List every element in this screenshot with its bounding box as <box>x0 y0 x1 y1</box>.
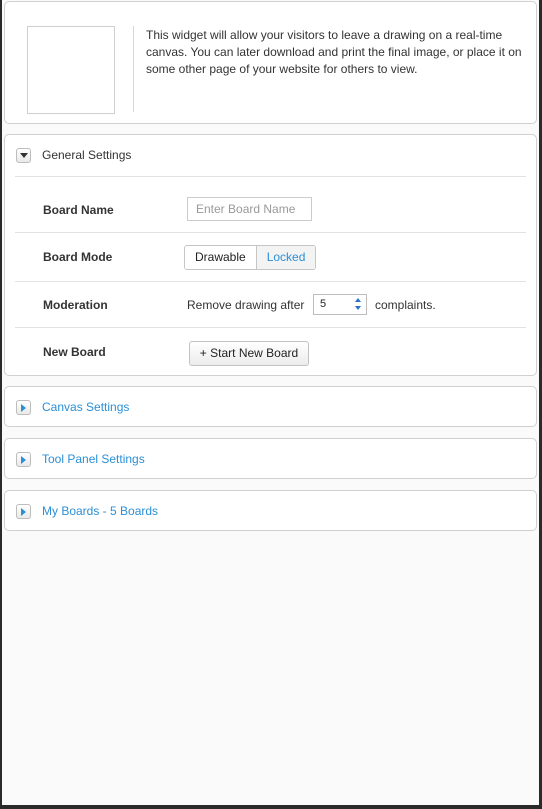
divider <box>15 281 526 282</box>
intro-panel: This widget will allow your visitors to … <box>4 1 537 124</box>
stepper-arrows-icon[interactable] <box>355 297 363 312</box>
board-name-label: Board Name <box>43 203 114 217</box>
expand-toggle[interactable] <box>16 504 31 519</box>
canvas-settings-panel[interactable]: Canvas Settings <box>4 386 537 427</box>
divider <box>15 327 526 328</box>
moderation-prefix: Remove drawing after <box>187 298 305 312</box>
arrow-up-icon[interactable] <box>355 298 361 302</box>
divider <box>15 176 526 177</box>
expand-toggle[interactable] <box>16 400 31 415</box>
new-board-label: New Board <box>43 345 106 359</box>
my-boards-panel[interactable]: My Boards - 5 Boards <box>4 490 537 531</box>
complaints-stepper[interactable]: 5 <box>313 294 367 315</box>
board-mode-toggle: Drawable Locked <box>184 245 317 270</box>
widget-settings-frame: This widget will allow your visitors to … <box>2 0 539 805</box>
widget-description: This widget will allow your visitors to … <box>146 28 522 76</box>
triangle-right-icon <box>21 403 26 412</box>
general-settings-header[interactable]: General Settings <box>5 135 536 175</box>
arrow-down-icon[interactable] <box>355 306 361 310</box>
mode-drawable-button[interactable]: Drawable <box>185 246 257 269</box>
general-settings-panel: General Settings Board Name Board Mode D… <box>4 134 537 376</box>
divider <box>15 232 526 233</box>
my-boards-link[interactable]: My Boards - 5 Boards <box>42 504 158 518</box>
canvas-settings-link[interactable]: Canvas Settings <box>42 400 129 414</box>
tool-panel-settings-panel[interactable]: Tool Panel Settings <box>4 438 537 479</box>
triangle-right-icon <box>21 507 26 516</box>
start-new-board-button[interactable]: + Start New Board <box>189 341 309 366</box>
triangle-down-icon <box>19 153 28 158</box>
collapse-toggle[interactable] <box>16 148 31 163</box>
section-title: General Settings <box>42 148 132 162</box>
moderation-suffix: complaints. <box>375 298 436 312</box>
drawing-preview-thumbnail <box>27 26 115 114</box>
divider <box>133 26 134 112</box>
expand-toggle[interactable] <box>16 452 31 467</box>
board-name-input[interactable] <box>187 197 312 221</box>
mode-locked-button[interactable]: Locked <box>256 246 316 269</box>
triangle-right-icon <box>21 455 26 464</box>
stepper-value: 5 <box>320 298 327 310</box>
moderation-label: Moderation <box>43 298 108 312</box>
tool-panel-settings-link[interactable]: Tool Panel Settings <box>42 452 145 466</box>
board-mode-label: Board Mode <box>43 250 113 264</box>
